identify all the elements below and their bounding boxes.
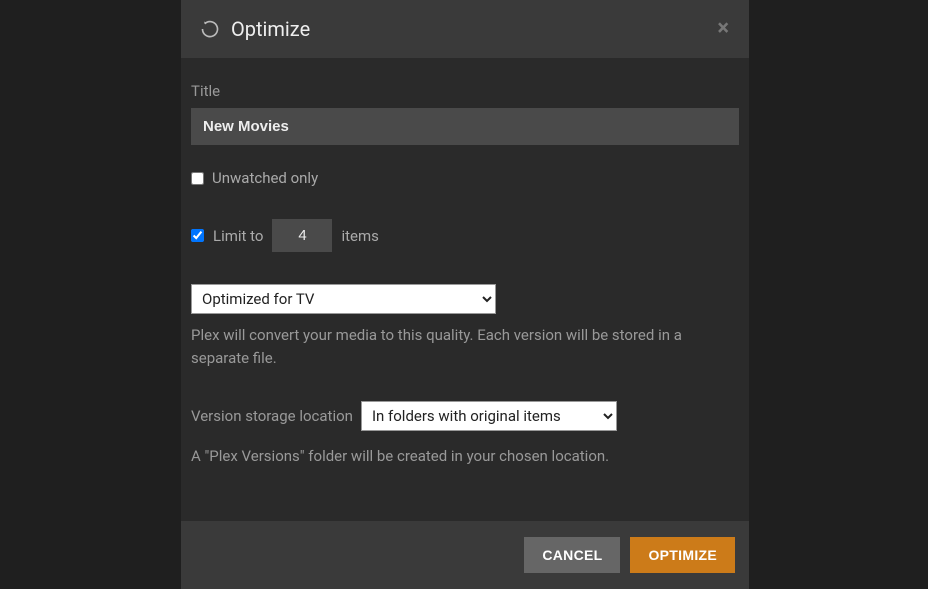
modal-title: Optimize xyxy=(231,17,310,41)
quality-select[interactable]: Optimized for TV xyxy=(191,284,496,314)
limit-row: Limit to items xyxy=(191,219,739,252)
limit-input[interactable] xyxy=(272,219,332,252)
location-select[interactable]: In folders with original items xyxy=(361,401,617,431)
unwatched-checkbox[interactable] xyxy=(191,172,204,185)
title-input[interactable] xyxy=(191,108,739,145)
unwatched-row: Unwatched only xyxy=(191,169,739,187)
limit-label-suffix: items xyxy=(341,227,378,245)
modal-footer: CANCEL OPTIMIZE xyxy=(181,521,749,589)
modal-body: Title Unwatched only Limit to items Opti… xyxy=(181,58,749,487)
location-label: Version storage location xyxy=(191,407,353,425)
optimize-modal: Optimize × Title Unwatched only Limit to… xyxy=(181,0,749,589)
title-label: Title xyxy=(191,82,739,100)
cancel-button[interactable]: CANCEL xyxy=(524,537,620,573)
limit-label-prefix: Limit to xyxy=(213,227,263,245)
quality-help-text: Plex will convert your media to this qua… xyxy=(191,324,739,371)
optimize-icon xyxy=(201,20,219,38)
header-left: Optimize xyxy=(201,17,310,41)
limit-checkbox[interactable] xyxy=(191,229,204,242)
location-help-text: A "Plex Versions" folder will be created… xyxy=(191,445,739,468)
modal-header: Optimize × xyxy=(181,0,749,58)
close-icon[interactable]: × xyxy=(717,18,729,40)
location-row: Version storage location In folders with… xyxy=(191,401,739,431)
optimize-button[interactable]: OPTIMIZE xyxy=(630,537,735,573)
unwatched-label: Unwatched only xyxy=(212,169,318,187)
